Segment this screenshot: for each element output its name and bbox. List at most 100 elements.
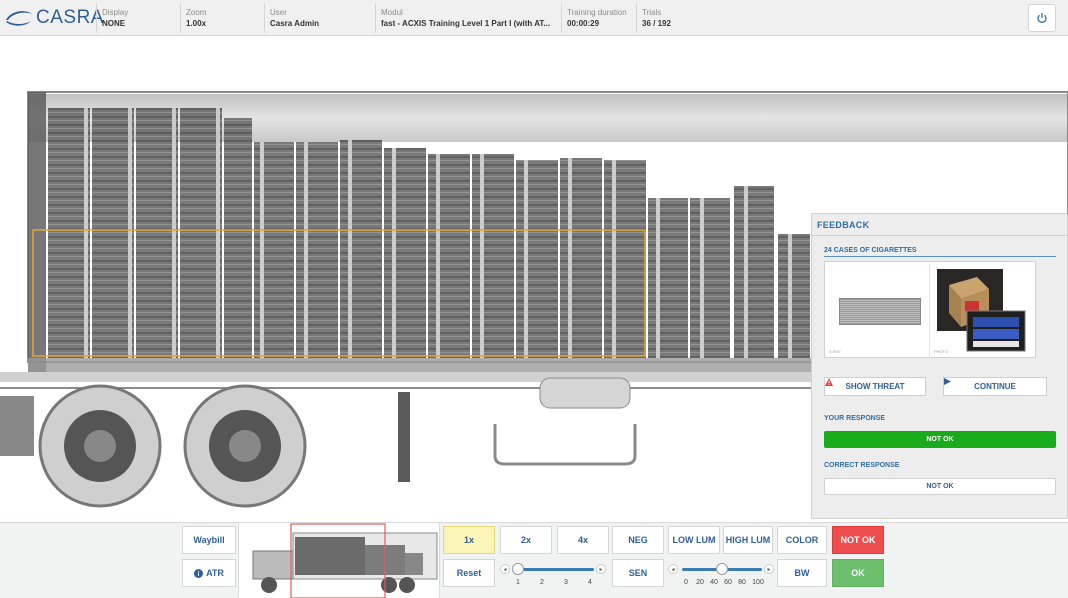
casra-logo: CASRA [4, 6, 104, 30]
lum-tick: 60 [724, 579, 732, 586]
not-ok-label: NOT OK [840, 535, 876, 545]
luminance-slider[interactable]: ◂ ▸ 0 20 40 60 80 100 [668, 558, 776, 596]
zoom-tick: 4 [588, 579, 592, 586]
zoom-2x-button[interactable]: 2x [500, 526, 552, 554]
photo-caption: PHOTO [934, 349, 949, 354]
wheel-group [0, 384, 307, 508]
zoom-1x-button[interactable]: 1x [443, 526, 495, 554]
sen-button[interactable]: SEN [612, 559, 664, 587]
header-divider [636, 3, 637, 33]
header-divider [375, 3, 376, 33]
your-response-value: NOT OK [824, 431, 1056, 448]
color-button[interactable]: COLOR [777, 526, 827, 554]
atr-label: ATR [206, 568, 224, 578]
scan-thumbnail[interactable] [238, 523, 440, 598]
lum-slider-right-arrow[interactable]: ▸ [764, 564, 774, 574]
modul-info: Modul fast - ACXIS Training Level 1 Part… [381, 7, 559, 29]
lum-slider-knob[interactable] [716, 563, 728, 575]
zoom-info: Zoom 1.00x [186, 7, 256, 29]
xray-caption: X-RAY [829, 349, 841, 354]
air-tank [539, 377, 631, 409]
feedback-panel: FEEDBACK 24 CASES OF CIGARETTES X-RAY PH… [811, 213, 1068, 519]
power-button[interactable] [1028, 4, 1056, 32]
duration-label: Training duration [567, 8, 627, 17]
feedback-title: FEEDBACK [817, 220, 870, 230]
lum-tick: 0 [684, 579, 688, 586]
reset-label: Reset [456, 568, 482, 578]
user-value: Casra Admin [270, 19, 320, 28]
logo-text: CASRA [36, 7, 104, 28]
threat-name: 24 CASES OF CIGARETTES [824, 247, 917, 254]
modul-value: fast - ACXIS Training Level 1 Part I (wi… [381, 19, 551, 28]
zoom-4x-button[interactable]: 4x [557, 526, 609, 554]
trials-info: Trials 36 / 192 [642, 7, 702, 29]
zoom-tick: 3 [564, 579, 568, 586]
bottom-toolbar: Waybill ATR 1x 2x 4x Reset ◂ ▸ 1 2 3 4 N… [0, 522, 1068, 598]
user-info: User Casra Admin [270, 7, 370, 29]
casra-swoosh-icon [6, 11, 32, 26]
cargo-stacks [48, 108, 810, 358]
lum-slider-left-arrow[interactable]: ◂ [668, 564, 678, 574]
lum-tick: 20 [696, 579, 704, 586]
trials-value: 36 / 192 [642, 19, 671, 28]
zoom-tick: 1 [516, 579, 520, 586]
zoom-4x-label: 4x [577, 535, 588, 545]
lum-tick: 40 [710, 579, 718, 586]
correct-response-label: CORRECT RESPONSE [824, 462, 900, 469]
display-value: NONE [102, 19, 126, 28]
neg-label: NEG [628, 535, 648, 545]
zoom-value: 1.00x [186, 19, 207, 28]
header-bar: CASRA Display NONE Zoom 1.00x User Casra… [0, 0, 1068, 36]
ok-button[interactable]: OK [832, 559, 884, 587]
your-response-label: YOUR RESPONSE [824, 415, 886, 422]
warning-triangle-icon [825, 378, 833, 386]
lum-tick: 80 [738, 579, 746, 586]
bw-button[interactable]: BW [777, 559, 827, 587]
waybill-button[interactable]: Waybill [182, 526, 236, 554]
display-label: Display [102, 8, 129, 17]
correct-response-value: NOT OK [824, 478, 1056, 495]
continue-button[interactable]: CONTINUE [943, 377, 1047, 396]
thumbnail-truck-image [252, 523, 438, 598]
low-lum-button[interactable]: LOW LUM [668, 526, 720, 554]
not-ok-button[interactable]: NOT OK [832, 526, 884, 554]
duration-value: 00:00:29 [567, 19, 600, 28]
play-icon [944, 378, 951, 385]
reset-button[interactable]: Reset [443, 559, 495, 587]
show-threat-button[interactable]: SHOW THREAT [824, 377, 926, 396]
header-divider [96, 3, 97, 33]
threat-photo: PHOTO [931, 263, 1035, 356]
display-info: Display NONE [102, 7, 172, 29]
info-icon [194, 568, 204, 578]
zoom-slider-knob[interactable] [512, 563, 524, 575]
xray-scan-viewport[interactable]: FEEDBACK 24 CASES OF CIGARETTES X-RAY PH… [0, 36, 1068, 522]
landing-gear [493, 424, 637, 466]
atr-button[interactable]: ATR [182, 559, 236, 587]
zoom-2x-label: 2x [520, 535, 531, 545]
high-lum-label: HIGH LUM [725, 535, 771, 545]
neg-button[interactable]: NEG [612, 526, 664, 554]
feedback-divider [812, 235, 1068, 236]
ok-label: OK [851, 568, 865, 578]
continue-label: CONTINUE [974, 382, 1016, 391]
zoom-slider-track[interactable] [514, 568, 594, 571]
bw-label: BW [794, 568, 810, 578]
lum-tick: 100 [752, 579, 764, 586]
zoom-1x-label: 1x [463, 535, 474, 545]
zoom-label: Zoom [186, 8, 207, 17]
container-front-wall [28, 92, 46, 372]
threat-underline [824, 256, 1056, 257]
zoom-slider[interactable]: ◂ ▸ 1 2 3 4 [500, 558, 608, 596]
threat-images: X-RAY PHOTO [824, 261, 1036, 358]
header-divider [180, 3, 181, 33]
show-threat-label: SHOW THREAT [845, 382, 905, 391]
waybill-label: Waybill [193, 535, 225, 545]
modul-label: Modul [381, 8, 403, 17]
sen-label: SEN [628, 568, 648, 578]
header-divider [264, 3, 265, 33]
header-divider [561, 3, 562, 33]
zoom-slider-left-arrow[interactable]: ◂ [500, 564, 510, 574]
high-lum-button[interactable]: HIGH LUM [723, 526, 773, 554]
low-lum-label: LOW LUM [672, 535, 716, 545]
zoom-slider-right-arrow[interactable]: ▸ [596, 564, 606, 574]
